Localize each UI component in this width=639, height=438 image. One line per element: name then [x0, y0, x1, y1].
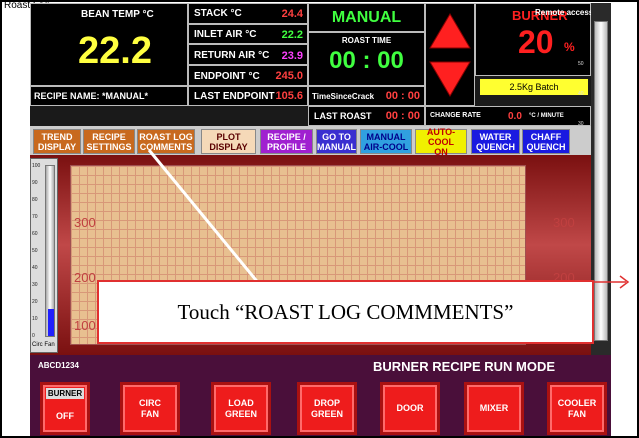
instruction-callout: Touch “ROAST LOG COMMMENTS”	[97, 280, 594, 344]
callout-pointer	[147, 149, 262, 286]
callout-lines	[147, 149, 630, 289]
